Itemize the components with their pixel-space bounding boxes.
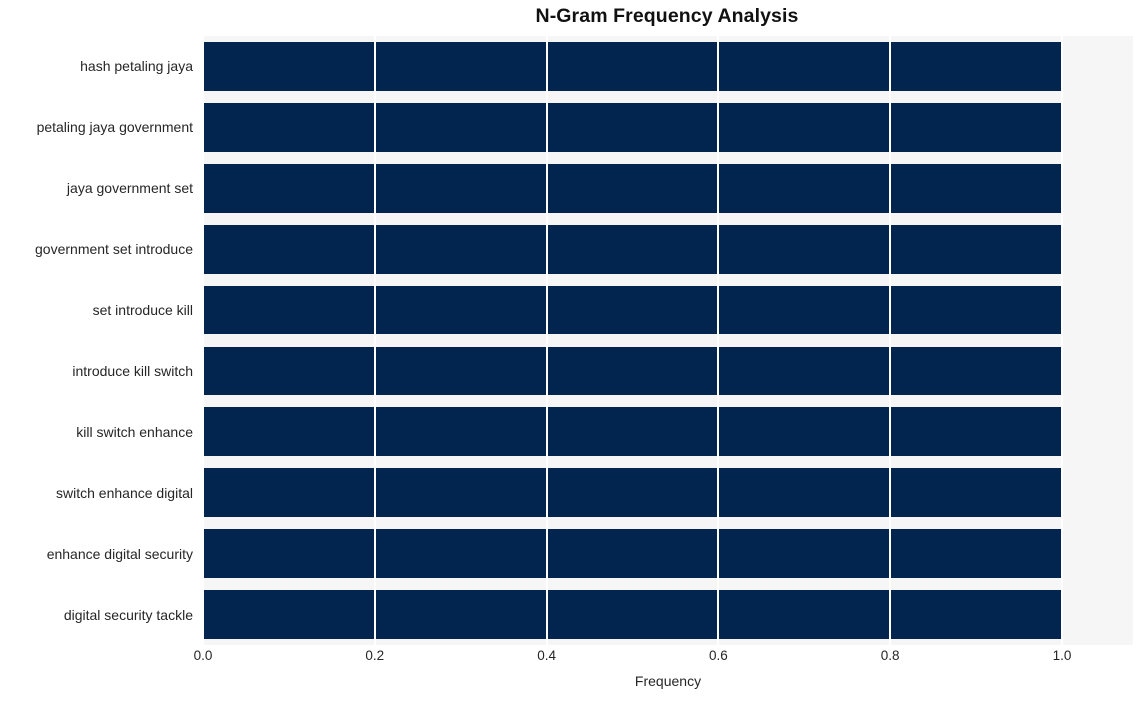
chart-title-text: N-Gram Frequency Analysis — [535, 5, 799, 27]
y-axis-tick-label: introduce kill switch — [72, 362, 193, 379]
bar — [203, 224, 1062, 274]
bar — [203, 163, 1062, 213]
x-axis-tick-label: 0.8 — [880, 648, 900, 663]
y-axis-tick-labels: hash petaling jaya petaling jaya governme… — [0, 0, 193, 701]
bar — [203, 590, 1062, 639]
x-axis-tick-label: 0.6 — [708, 648, 728, 663]
y-axis-tick-label: kill switch enhance — [76, 423, 193, 440]
gridline-x-0.4 — [545, 36, 548, 645]
bar — [203, 407, 1062, 457]
x-axis-tick-label: 0.2 — [365, 648, 385, 663]
y-axis-tick-label: jaya government set — [66, 180, 193, 197]
y-axis-tick-label: hash petaling jaya — [80, 58, 193, 75]
y-axis-tick-label: switch enhance digital — [56, 484, 193, 501]
gridline-x-1.0 — [1060, 36, 1063, 645]
gridline-x-0.2 — [373, 36, 376, 645]
bar — [203, 102, 1062, 152]
x-axis-tick-label: 1.0 — [1052, 648, 1072, 663]
y-axis-tick-label: government set introduce — [35, 241, 193, 258]
y-axis-tick-label: petaling jaya government — [36, 119, 193, 136]
bar — [203, 346, 1062, 396]
plot-area — [203, 36, 1133, 645]
gridline-x-0.6 — [717, 36, 720, 645]
y-axis-tick-label: digital security tackle — [63, 606, 193, 623]
bars-layer — [203, 36, 1133, 645]
bar — [203, 468, 1062, 518]
gridline-x-0.0 — [203, 36, 204, 645]
y-axis-tick-label: set introduce kill — [92, 302, 193, 319]
x-axis-title: Frequency — [634, 673, 702, 689]
x-axis-tick-label: 0.0 — [193, 648, 213, 663]
gridline-x-0.8 — [889, 36, 892, 645]
bar — [203, 42, 1062, 91]
x-axis-tick-label: 0.4 — [537, 648, 556, 663]
chart-figure: N-Gram Frequency Analysis hash petaling … — [0, 0, 1142, 701]
bar — [203, 285, 1062, 335]
y-axis-tick-label: enhance digital security — [46, 545, 193, 562]
bar — [203, 529, 1062, 578]
x-axis-tick-labels: 0.0 0.2 0.4 0.6 0.8 1.0 — [194, 648, 1133, 670]
